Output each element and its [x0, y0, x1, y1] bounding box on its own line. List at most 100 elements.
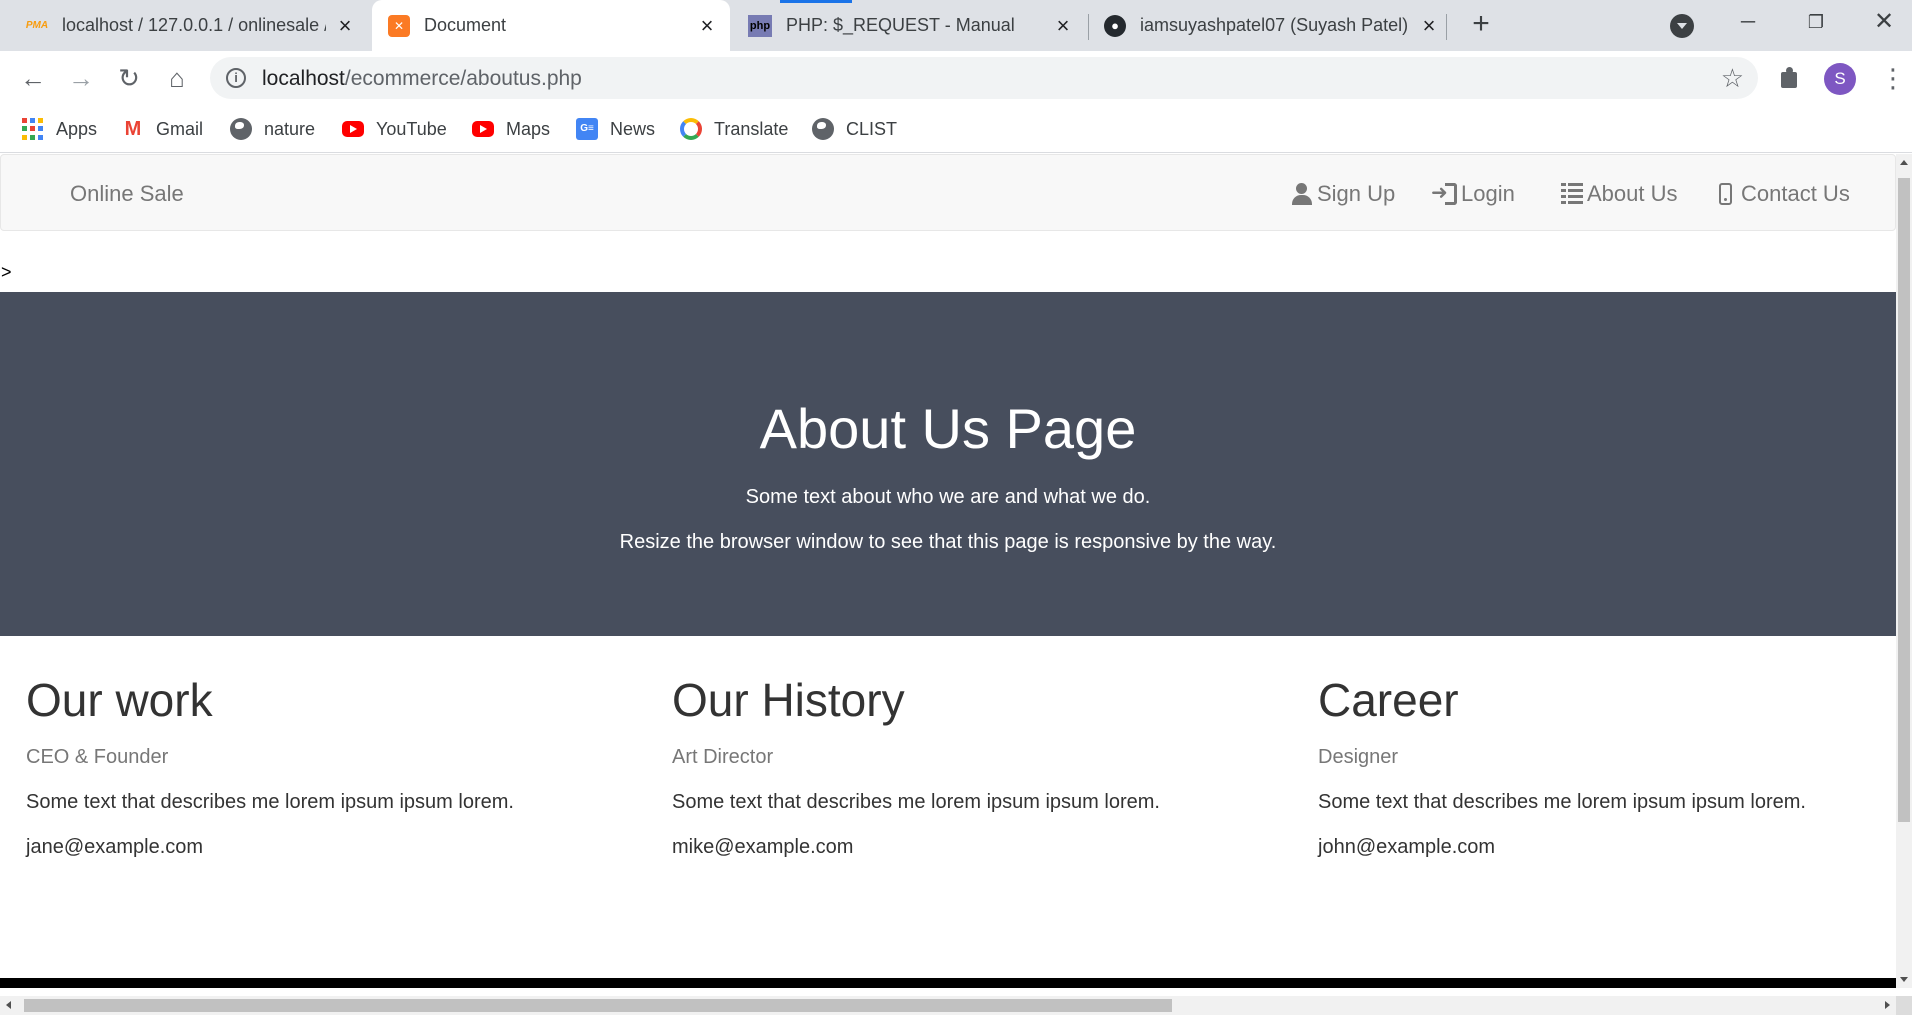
bookmark-nature[interactable]: nature [230, 115, 315, 143]
column-description: Some text that describes me lorem ipsum … [26, 791, 514, 813]
php-icon: php [748, 14, 772, 37]
reload-button[interactable]: ↻ [112, 61, 146, 95]
column-description: Some text that describes me lorem ipsum … [1318, 791, 1806, 813]
profile-avatar[interactable]: S [1824, 63, 1856, 95]
close-icon[interactable]: × [334, 14, 356, 37]
column-our-work: Our work CEO & Founder Some text that de… [26, 674, 626, 859]
hero-text-1: Some text about who we are and what we d… [745, 486, 1151, 508]
bookmark-label: Translate [714, 118, 789, 139]
translate-icon [680, 118, 702, 140]
column-role: Art Director [672, 746, 774, 768]
github-icon: ● [1104, 14, 1126, 37]
forward-button[interactable]: → [64, 61, 98, 95]
tab-title: Document [424, 15, 507, 35]
page-viewport: Online Sale Sign Up Login About Us Conta… [0, 154, 1896, 988]
column-role: Designer [1318, 746, 1399, 768]
nav-label: Login [1461, 181, 1515, 206]
tab-phpmyadmin[interactable]: PMA localhost / 127.0.0.1 / onlinesale /… [26, 0, 356, 51]
home-button[interactable]: ⌂ [160, 61, 194, 95]
bookmark-maps[interactable]: Maps [472, 115, 550, 143]
horizontal-scroll-thumb[interactable] [24, 999, 1172, 1012]
window-close-button[interactable]: ✕ [1864, 6, 1904, 38]
bookmark-apps[interactable]: Apps [22, 115, 97, 143]
bookmark-gmail[interactable]: M Gmail [122, 115, 203, 143]
extensions-icon[interactable] [1778, 66, 1802, 90]
site-brand[interactable]: Online Sale [70, 181, 184, 207]
site-navbar: Online Sale Sign Up Login About Us Conta… [0, 154, 1896, 231]
bookmark-youtube[interactable]: YouTube [342, 115, 447, 143]
site-info-icon[interactable]: i [226, 68, 246, 88]
list-icon [1561, 183, 1583, 205]
youtube-icon [342, 121, 364, 137]
nav-contact-us[interactable]: Contact Us [1719, 181, 1850, 207]
close-icon[interactable]: × [1418, 14, 1440, 37]
nav-login[interactable]: Login [1431, 180, 1515, 207]
tab-separator [1088, 14, 1089, 40]
gmail-icon: M [124, 118, 142, 140]
bookmark-label: YouTube [376, 118, 447, 139]
column-heading: Career [1318, 674, 1459, 726]
column-email: john@example.com [1318, 836, 1496, 858]
back-button[interactable]: ← [16, 61, 50, 95]
nav-about-us[interactable]: About Us [1561, 181, 1678, 207]
bookmark-clist[interactable]: CLIST [812, 115, 897, 143]
bookmark-star-icon[interactable]: ☆ [1721, 63, 1744, 94]
bookmark-label: News [610, 118, 656, 139]
page-title: About Us Page [759, 397, 1137, 460]
bookmark-label: Apps [56, 118, 98, 139]
tab-separator [1446, 14, 1447, 40]
url-path: /ecommerce/aboutus.php [344, 67, 582, 90]
menu-icon[interactable]: ⋮ [1880, 61, 1906, 95]
user-icon [1291, 183, 1313, 205]
nav-label: Contact Us [1741, 181, 1850, 206]
hero-text-2: Resize the browser window to see that th… [619, 531, 1277, 553]
globe-icon [230, 118, 252, 140]
column-description: Some text that describes me lorem ipsum … [672, 791, 1160, 813]
nav-label: Sign Up [1317, 181, 1396, 206]
scroll-up-icon[interactable] [1900, 160, 1908, 165]
stray-text: > [1, 262, 12, 282]
google-news-icon: G≡ [576, 118, 598, 140]
about-hero: About Us Page Some text about who we are… [0, 292, 1896, 636]
tab-php-manual[interactable]: php PHP: $_REQUEST - Manual × [748, 0, 1074, 51]
page-footer-edge [0, 978, 1896, 988]
tab-github[interactable]: ● iamsuyashpatel07 (Suyash Patel) × [1104, 0, 1440, 51]
bookmark-label: Maps [506, 118, 551, 139]
new-tab-button[interactable]: + [1466, 9, 1496, 40]
url-text[interactable]: localhost/ecommerce/aboutus.php [262, 67, 582, 91]
tab-strip: PMA localhost / 127.0.0.1 / onlinesale /… [0, 0, 1912, 51]
scrollbar-corner [1896, 996, 1912, 1015]
scroll-left-icon[interactable] [6, 1001, 11, 1009]
tab-title: PHP: $_REQUEST - Manual [786, 15, 1015, 35]
scroll-down-icon[interactable] [1900, 977, 1908, 982]
bookmark-translate[interactable]: Translate [680, 115, 788, 143]
close-icon[interactable]: × [696, 14, 718, 37]
tab-title: localhost / 127.0.0.1 / onlinesale / [62, 15, 326, 35]
browser-toolbar: ← → ↻ ⌂ i localhost/ecommerce/aboutus.ph… [0, 51, 1912, 105]
bookmark-label: Gmail [156, 118, 204, 139]
bookmark-news[interactable]: G≡ News [576, 115, 655, 143]
apps-icon [22, 118, 44, 140]
phpmyadmin-icon: PMA [25, 20, 49, 31]
address-bar[interactable]: i localhost/ecommerce/aboutus.php ☆ [210, 57, 1758, 99]
minimize-button[interactable]: ─ [1728, 6, 1768, 38]
globe-icon [812, 118, 834, 140]
column-heading: Our History [672, 674, 905, 726]
tab-document[interactable]: ✕ Document × [372, 0, 730, 51]
nav-sign-up[interactable]: Sign Up [1291, 181, 1395, 207]
tab-search-icon[interactable] [1670, 14, 1694, 38]
login-icon [1431, 180, 1457, 205]
vertical-scroll-thumb[interactable] [1898, 178, 1910, 822]
column-our-history: Our History Art Director Some text that … [672, 674, 1272, 859]
bookmarks-bar: Apps M Gmail nature YouTube Maps G≡ News… [0, 105, 1912, 153]
restore-button[interactable]: ❐ [1796, 6, 1836, 38]
tab-title: iamsuyashpatel07 (Suyash Patel) [1140, 15, 1409, 35]
close-icon[interactable]: × [1052, 14, 1074, 37]
youtube-icon [472, 121, 494, 137]
horizontal-scrollbar[interactable] [0, 996, 1896, 1015]
nav-label: About Us [1587, 181, 1678, 206]
vertical-scrollbar[interactable] [1896, 154, 1912, 988]
column-email: jane@example.com [26, 836, 204, 858]
xampp-icon: ✕ [388, 14, 410, 37]
scroll-right-icon[interactable] [1885, 1001, 1890, 1009]
